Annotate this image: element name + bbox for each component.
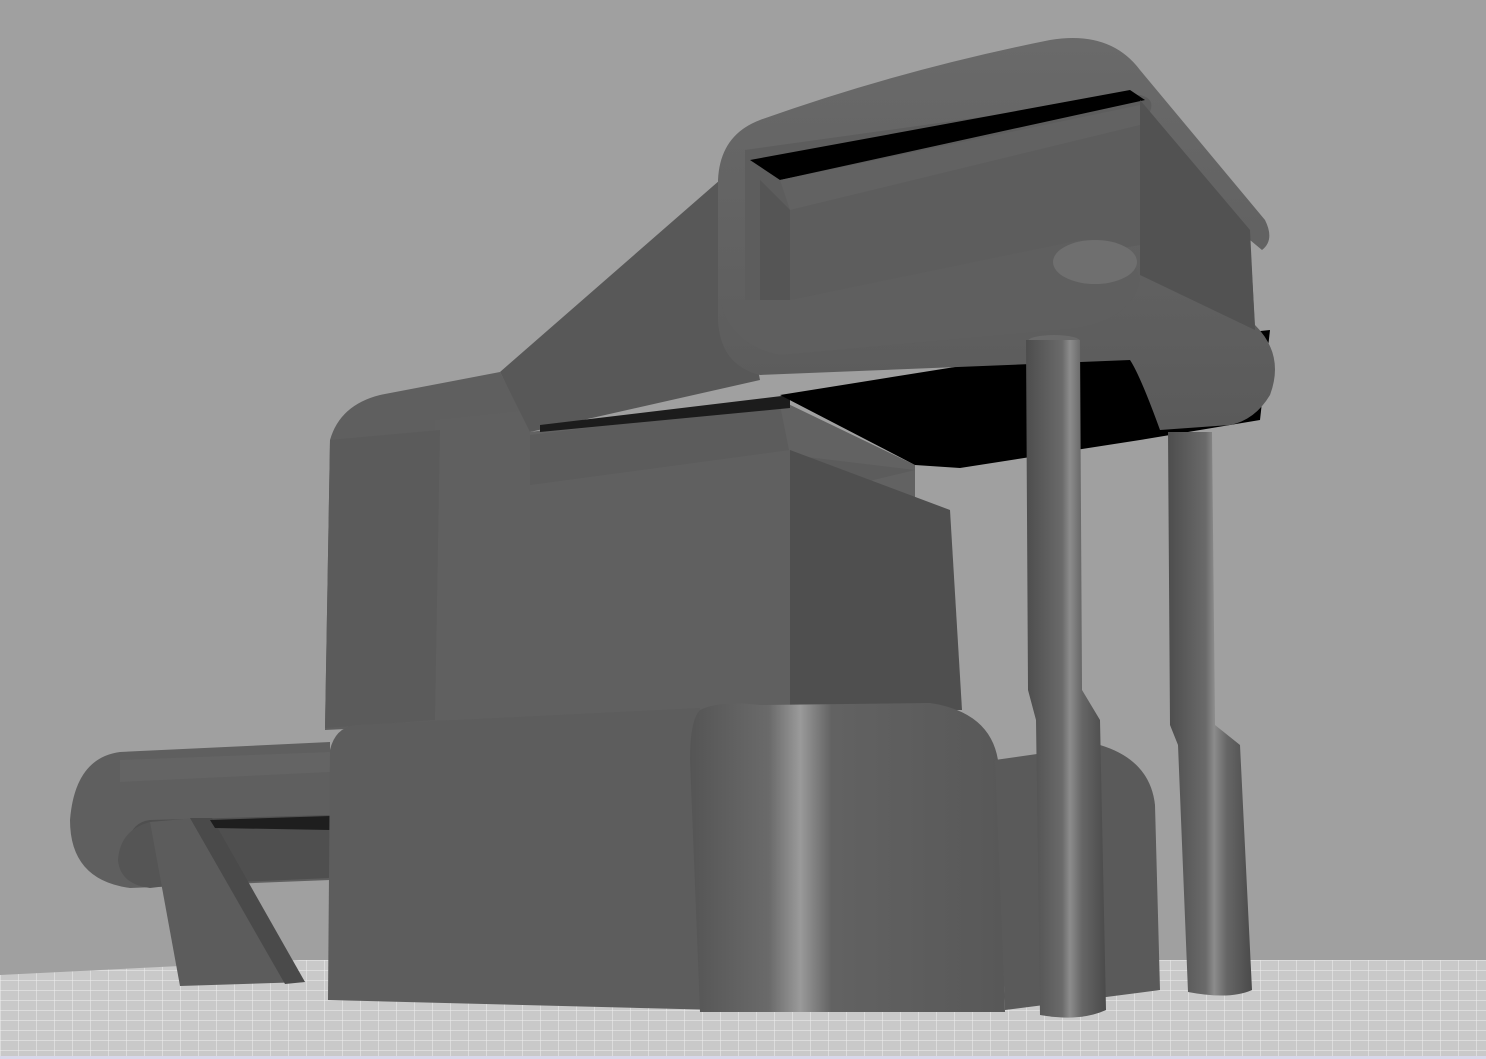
3d-viewport[interactable]: [0, 0, 1486, 1059]
viewport-scene[interactable]: [0, 0, 1486, 1059]
